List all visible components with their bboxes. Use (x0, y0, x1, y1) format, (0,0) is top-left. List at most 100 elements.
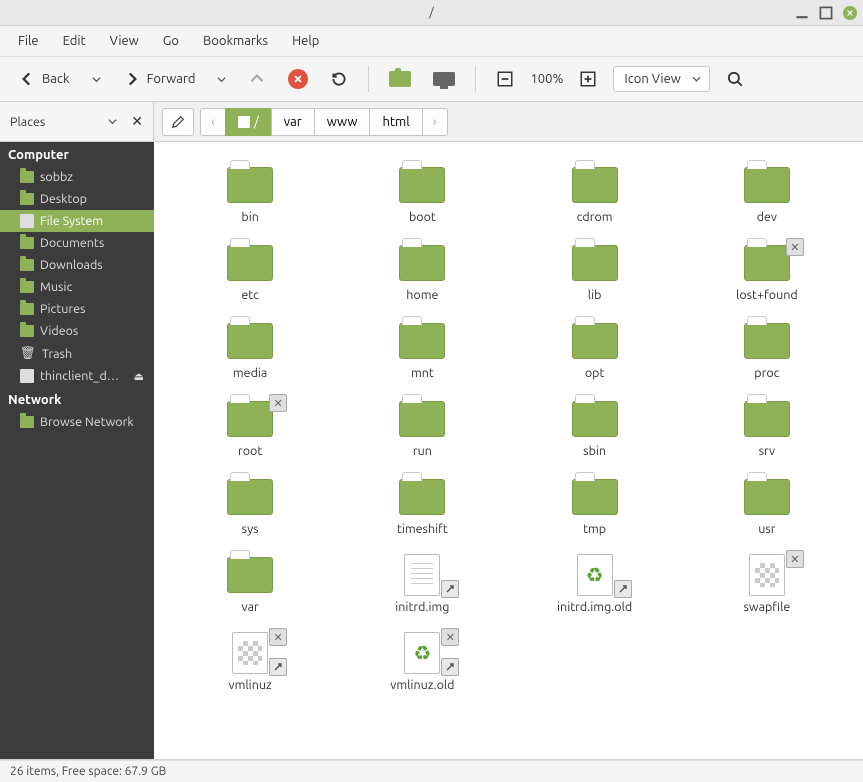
breadcrumb-www[interactable]: www (314, 108, 371, 136)
unknown-file-icon (232, 632, 268, 674)
sidebar-header-label: Places (10, 115, 45, 129)
sidebar-item-browse-network[interactable]: Browse Network (0, 411, 154, 433)
minimize-button[interactable] (795, 6, 809, 20)
sidebar-item-downloads[interactable]: Downloads (0, 254, 154, 276)
file-item-run[interactable]: run (346, 394, 498, 462)
arrow-right-icon (123, 70, 141, 88)
symlink-badge-icon (269, 658, 287, 676)
breadcrumb-html[interactable]: html (369, 108, 422, 136)
sidebar-item-documents[interactable]: Documents (0, 232, 154, 254)
chevron-down-icon[interactable] (108, 117, 117, 126)
up-button[interactable] (242, 66, 272, 92)
sidebar-item-pictures[interactable]: Pictures (0, 298, 154, 320)
file-item-root[interactable]: ✕root (174, 394, 326, 462)
back-button[interactable]: Back (12, 66, 76, 92)
file-item-bin[interactable]: bin (174, 160, 326, 228)
folder-icon (227, 323, 273, 359)
file-item-srv[interactable]: srv (691, 394, 843, 462)
file-item-vmlinuz-old[interactable]: ♻✕vmlinuz.old (346, 628, 498, 696)
file-item-var[interactable]: var (174, 550, 326, 618)
sidebar-item-thinclient-d-[interactable]: thinclient_d… ⏏ (0, 365, 154, 387)
file-item-cdrom[interactable]: cdrom (519, 160, 671, 228)
file-name-label: var (241, 600, 258, 614)
reload-icon (330, 70, 348, 88)
file-item-mnt[interactable]: mnt (346, 316, 498, 384)
breadcrumb-root[interactable]: / (225, 108, 272, 136)
file-item-usr[interactable]: usr (691, 472, 843, 540)
file-name-label: srv (759, 444, 776, 458)
folder-icon (227, 167, 273, 203)
folder-icon (572, 401, 618, 437)
sidebar-item-file-system[interactable]: File System (0, 210, 154, 232)
file-name-label: lost+found (736, 288, 798, 302)
file-name-label: sbin (583, 444, 606, 458)
file-name-label: home (406, 288, 438, 302)
forward-history-dropdown[interactable] (211, 71, 232, 88)
icon-view[interactable]: binbootcdromdevetchomelib✕lost+foundmedi… (154, 142, 863, 759)
view-mode-select[interactable]: Icon View (613, 66, 709, 92)
file-name-label: vmlinuz.old (390, 678, 454, 692)
file-item-dev[interactable]: dev (691, 160, 843, 228)
file-item-opt[interactable]: opt (519, 316, 671, 384)
zoom-out-button[interactable] (490, 66, 520, 92)
file-item-etc[interactable]: etc (174, 238, 326, 306)
menu-bookmarks[interactable]: Bookmarks (193, 30, 278, 52)
file-name-label: run (413, 444, 432, 458)
zoom-in-button[interactable] (573, 66, 603, 92)
text-file-icon (404, 554, 440, 596)
sidebar-item-sobbz[interactable]: sobbz (0, 166, 154, 188)
breadcrumb-next[interactable]: › (422, 108, 448, 136)
menu-help[interactable]: Help (282, 30, 329, 52)
file-item-sys[interactable]: sys (174, 472, 326, 540)
forward-button[interactable]: Forward (117, 66, 202, 92)
sidebar-item-label: Trash (42, 347, 72, 361)
maximize-button[interactable] (819, 6, 833, 20)
breadcrumb-prev[interactable]: ‹ (200, 108, 226, 136)
file-item-lost-found[interactable]: ✕lost+found (691, 238, 843, 306)
home-button[interactable] (383, 67, 417, 91)
folder-icon (399, 323, 445, 359)
file-item-initrd-img-old[interactable]: ♻initrd.img.old (519, 550, 671, 618)
file-item-home[interactable]: home (346, 238, 498, 306)
stop-icon (288, 69, 308, 89)
reload-button[interactable] (324, 66, 354, 92)
sidebar-item-desktop[interactable]: Desktop (0, 188, 154, 210)
file-item-timeshift[interactable]: timeshift (346, 472, 498, 540)
sidebar-item-videos[interactable]: Videos (0, 320, 154, 342)
file-item-tmp[interactable]: tmp (519, 472, 671, 540)
close-button[interactable] (843, 6, 857, 20)
file-item-initrd-img[interactable]: initrd.img (346, 550, 498, 618)
lock-badge-icon: ✕ (786, 550, 804, 568)
breadcrumb-var[interactable]: var (271, 108, 315, 136)
sidebar-item-music[interactable]: Music (0, 276, 154, 298)
file-item-proc[interactable]: proc (691, 316, 843, 384)
sidebar-item-label: Videos (40, 324, 78, 338)
folder-icon (20, 303, 34, 315)
folder-icon (744, 401, 790, 437)
file-item-media[interactable]: media (174, 316, 326, 384)
file-item-vmlinuz[interactable]: ✕vmlinuz (174, 628, 326, 696)
menu-file[interactable]: File (8, 30, 49, 52)
menu-edit[interactable]: Edit (53, 30, 96, 52)
back-history-dropdown[interactable] (86, 71, 107, 88)
sidebar-item-label: thinclient_d… (40, 369, 119, 383)
file-item-boot[interactable]: boot (346, 160, 498, 228)
forward-label: Forward (147, 72, 196, 86)
sidebar-item-label: Music (40, 280, 72, 294)
file-item-swapfile[interactable]: ✕swapfile (691, 550, 843, 618)
search-button[interactable] (720, 66, 750, 92)
separator (475, 66, 476, 92)
stop-button[interactable] (282, 65, 314, 93)
computer-button[interactable] (427, 68, 461, 90)
menu-view[interactable]: View (100, 30, 149, 52)
pathbar: ‹/varwwwhtml› (154, 102, 863, 142)
edit-path-button[interactable] (162, 108, 194, 136)
file-item-sbin[interactable]: sbin (519, 394, 671, 462)
eject-icon[interactable]: ⏏ (134, 370, 144, 383)
file-item-lib[interactable]: lib (519, 238, 671, 306)
file-name-label: media (233, 366, 267, 380)
close-sidebar-button[interactable]: ✕ (131, 113, 143, 130)
menu-go[interactable]: Go (153, 30, 189, 52)
folder-icon (744, 323, 790, 359)
sidebar-item-trash[interactable]: 🗑Trash (0, 342, 154, 365)
